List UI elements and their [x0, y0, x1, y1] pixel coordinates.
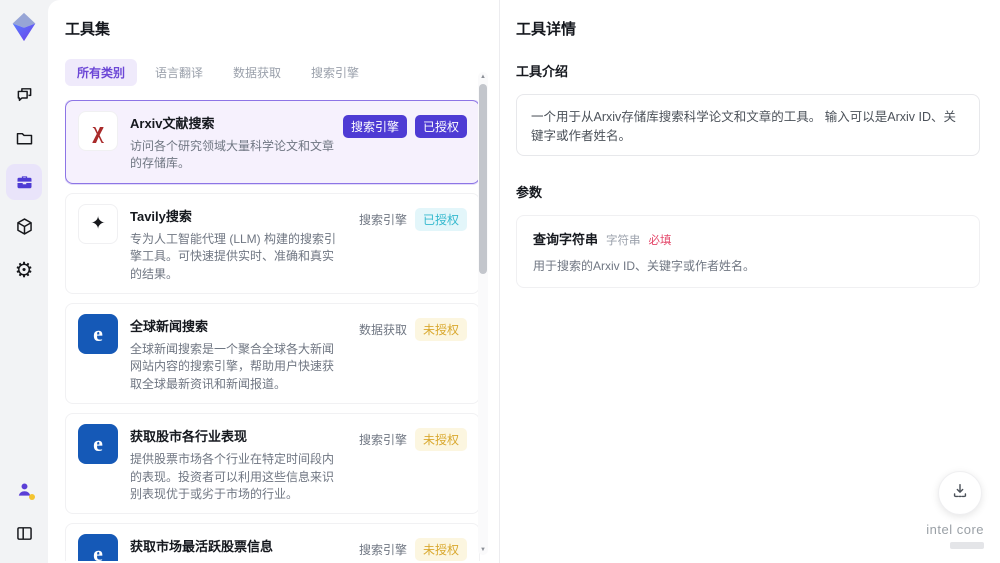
auth-badge: 已授权: [414, 207, 467, 231]
params-heading: 参数: [516, 185, 543, 200]
sidebar-item-user[interactable]: [6, 471, 42, 507]
tool-description: 全球新闻搜索是一个聚合全球各大新闻网站内容的搜索引擎，帮助用户快速获取全球最新资…: [130, 341, 335, 391]
tool-tags: 搜索引擎 已授权: [342, 111, 467, 138]
tool-list-panel: 工具集 所有类别 语言翻译 数据获取 搜索引擎 χ Arxiv文献搜索 访问各个研究领…: [48, 0, 500, 563]
news-e-icon: e: [78, 313, 118, 354]
scrollbar-thumb[interactable]: [479, 84, 487, 274]
tool-card[interactable]: e 获取股市各行业表现 提供股票市场各个行业在特定时间段内的表现。投资者可以利用…: [65, 413, 480, 515]
user-status-dot: [29, 494, 35, 500]
tab-1[interactable]: 语言翻译: [143, 59, 215, 86]
parameter-type: 字符串: [606, 235, 641, 247]
tool-title: Arxiv文献搜索: [130, 116, 215, 131]
auth-badge: 未授权: [414, 428, 467, 452]
tool-tags: 搜索引擎 已授权: [349, 204, 467, 231]
scroll-down-arrow-icon[interactable]: ▼: [478, 545, 488, 555]
tavily-icon: ✦: [78, 203, 118, 244]
intel-core-logo: intel core: [926, 521, 984, 549]
tool-cards: χ Arxiv文献搜索 访问各个研究领域大量科学论文和文章的存储库。 搜索引擎 …: [65, 100, 480, 561]
parameter-required-badge: 必填: [648, 235, 672, 247]
tool-card[interactable]: e 获取市场最活跃股票信息 提供当天交易量最高的股票列表，投资者可以利用这些信息…: [65, 523, 480, 561]
folder-icon: [14, 128, 35, 149]
tool-description: 提供股票市场各个行业在特定时间段内的表现。投资者可以利用这些信息来识别表现优于或…: [130, 452, 335, 501]
sidebar-item-files[interactable]: [6, 120, 42, 156]
tool-title: 获取市场最活跃股票信息: [130, 539, 274, 555]
brand-badge-bar: [950, 542, 984, 549]
detail-title: 工具详情: [516, 21, 577, 38]
tool-intro-text: 一个用于从Arxiv存储库搜索科学论文和文章的工具。 输入可以是Arxiv ID…: [516, 94, 980, 156]
tool-card[interactable]: ✦ Tavily搜索 专为人工智能代理 (LLM) 构建的搜索引擎工具。可快速提…: [65, 192, 480, 294]
tool-tags: 搜索引擎 未授权: [349, 424, 467, 452]
category-tag: 搜索引擎: [358, 212, 407, 227]
category-tag: 搜索引擎: [358, 543, 407, 558]
sidebar-item-panel-toggle[interactable]: [6, 515, 42, 551]
tool-title: Tavily搜索: [130, 208, 192, 224]
app-window: ⚙ 工具集 所有类别 语言翻译 数据获取 搜索引擎 χ Arxiv文献搜索 访问…: [0, 0, 1000, 563]
auth-badge: 已授权: [414, 115, 467, 138]
download-icon: [950, 481, 970, 506]
tool-title: 获取股市各行业表现: [130, 429, 248, 445]
tool-card[interactable]: e 全球新闻搜索 全球新闻搜索是一个聚合全球各大新闻网站内容的搜索引擎，帮助用户…: [65, 302, 480, 405]
package-icon: [14, 216, 35, 237]
news-e-icon: e: [78, 534, 118, 561]
category-tag: 搜索引擎: [358, 433, 407, 448]
arxiv-icon: χ: [78, 111, 118, 151]
sidebar-item-packages[interactable]: [6, 208, 42, 244]
parameter-name: 查询字符串: [533, 232, 599, 247]
brand-text: intel core: [926, 522, 984, 537]
intro-heading: 工具介绍: [516, 64, 569, 79]
category-tag: 数据获取: [358, 322, 407, 337]
sidebar: ⚙: [0, 0, 48, 563]
tool-title: 全球新闻搜索: [130, 318, 209, 334]
tab-2[interactable]: 数据获取: [221, 59, 293, 86]
tool-detail-panel: 工具详情 工具介绍 一个用于从Arxiv存储库搜索科学论文和文章的工具。 输入可…: [500, 0, 1000, 563]
category-tabs: 所有类别 语言翻译 数据获取 搜索引擎: [65, 59, 499, 86]
tool-card[interactable]: χ Arxiv文献搜索 访问各个研究领域大量科学论文和文章的存储库。 搜索引擎 …: [65, 100, 480, 184]
category-tag: 搜索引擎: [342, 115, 407, 138]
page-title: 工具集: [65, 21, 111, 38]
sidebar-item-settings[interactable]: ⚙: [6, 252, 42, 288]
auth-badge: 未授权: [414, 317, 467, 341]
scroll-up-arrow-icon[interactable]: ▲: [478, 72, 488, 82]
app-logo-icon: [7, 10, 41, 44]
tab-0[interactable]: 所有类别: [65, 59, 138, 86]
main-surface: 工具集 所有类别 语言翻译 数据获取 搜索引擎 χ Arxiv文献搜索 访问各个研究领…: [48, 0, 1000, 563]
tool-tags: 搜索引擎 未授权: [349, 534, 467, 561]
tool-description: 专为人工智能代理 (LLM) 构建的搜索引擎工具。可快速提供实时、准确和真实的结…: [130, 231, 337, 281]
gear-icon: ⚙: [14, 258, 34, 282]
panel-toggle-icon: [14, 523, 35, 544]
sidebar-item-chat[interactable]: [6, 76, 42, 112]
chat-icon: [14, 84, 35, 105]
tool-tags: 数据获取 未授权: [349, 314, 467, 341]
download-button[interactable]: [938, 471, 982, 515]
sidebar-item-toolbox[interactable]: [6, 164, 42, 200]
news-e-icon: e: [78, 424, 118, 465]
auth-badge: 未授权: [414, 538, 467, 561]
tool-description: 访问各个研究领域大量科学论文和文章的存储库。: [130, 139, 335, 171]
toolbox-icon: [14, 172, 35, 193]
scrollbar[interactable]: ▲ ▼: [478, 72, 488, 555]
parameter-card: 查询字符串 字符串 必填 用于搜索的Arxiv ID、关键字或作者姓名。: [516, 215, 980, 288]
tab-3[interactable]: 搜索引擎: [299, 59, 371, 86]
parameter-description: 用于搜索的Arxiv ID、关键字或作者姓名。: [533, 259, 756, 273]
